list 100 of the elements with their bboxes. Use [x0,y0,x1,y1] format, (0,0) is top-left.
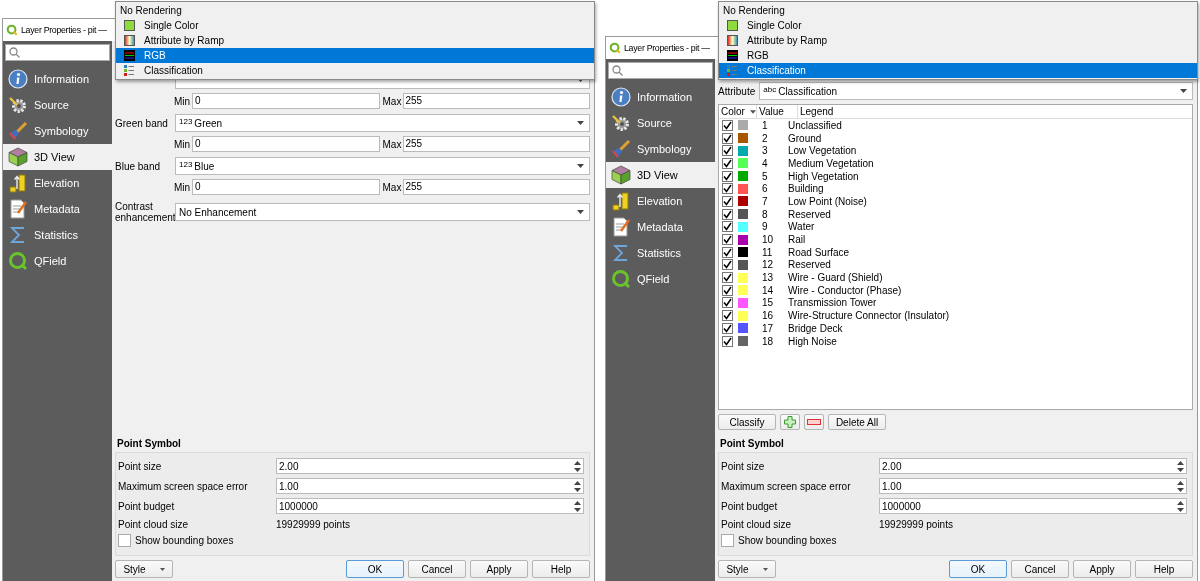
contrast-dropdown[interactable]: No Enhancement [175,203,590,221]
color-swatch[interactable] [738,196,748,207]
column-header[interactable]: Color [719,105,757,118]
checkbox[interactable] [722,195,733,207]
min-field[interactable]: 0 [192,179,380,195]
spin-field[interactable]: 1000000 [879,498,1187,514]
sidebar-item[interactable]: Metadata [3,196,112,222]
color-swatch[interactable] [738,323,748,334]
table-cell: Transmission Tower [788,297,877,309]
color-swatch[interactable] [738,158,748,169]
search-field[interactable] [5,44,110,61]
apply-button[interactable]: Apply [470,560,528,578]
checkbox[interactable] [722,208,733,220]
checkbox[interactable] [722,119,733,131]
menu-item[interactable]: Classification [116,63,594,78]
checkbox[interactable] [722,310,733,322]
sidebar-item[interactable]: Source [606,110,715,136]
max-field[interactable]: 255 [402,179,590,195]
color-swatch[interactable] [738,145,748,156]
spin-field[interactable]: 2.00 [879,458,1187,474]
checkbox[interactable] [722,297,733,309]
color-swatch[interactable] [738,183,748,194]
sidebar-item[interactable]: QField [3,248,112,274]
help-button[interactable]: Help [532,560,590,578]
color-swatch[interactable] [738,259,748,270]
sidebar-item[interactable]: Symbology [3,118,112,144]
checkbox[interactable] [722,234,733,246]
menu-item[interactable]: RGB [719,48,1197,63]
sidebar-item[interactable]: Statistics [606,240,715,266]
column-header[interactable]: Legend [798,105,1192,118]
color-swatch[interactable] [738,209,748,220]
menu-item[interactable]: No Rendering [719,3,1197,18]
apply-button[interactable]: Apply [1073,560,1131,578]
ok-button[interactable]: OK [346,560,404,578]
color-swatch[interactable] [738,336,748,347]
ring-icon [8,251,28,271]
checkbox[interactable] [722,183,733,195]
checkbox[interactable] [722,132,733,144]
spin-field[interactable]: 1.00 [276,478,584,494]
sidebar-item[interactable]: Symbology [606,136,715,162]
min-field[interactable]: 0 [192,136,380,152]
max-field[interactable]: 255 [402,93,590,109]
help-button[interactable]: Help [1135,560,1193,578]
min-field[interactable]: 0 [192,93,380,109]
checkbox[interactable] [722,170,733,182]
menu-item[interactable]: Attribute by Ramp [116,33,594,48]
checkbox[interactable] [722,335,733,347]
spin-field[interactable]: 1.00 [879,478,1187,494]
checkbox[interactable] [722,322,733,334]
sidebar-item[interactable]: Elevation [606,188,715,214]
style-button[interactable]: Style [718,560,776,578]
classify-button[interactable]: Classify [718,414,776,430]
sidebar-item[interactable]: QField [606,266,715,292]
menu-item[interactable]: Attribute by Ramp [719,33,1197,48]
color-swatch[interactable] [738,297,748,308]
sidebar-item[interactable]: Elevation [3,170,112,196]
checkbox[interactable] [722,145,733,157]
checkbox[interactable] [722,284,733,296]
menu-item[interactable]: No Rendering [116,3,594,18]
add-button[interactable] [780,414,800,430]
menu-item[interactable]: Classification [719,63,1197,78]
menu-item[interactable]: Single Color [116,18,594,33]
sidebar-item[interactable]: Information [606,84,715,110]
max-field[interactable]: 255 [402,136,590,152]
checkbox[interactable] [722,272,733,284]
checkbox[interactable] [721,534,734,547]
color-swatch[interactable] [738,221,748,232]
color-swatch[interactable] [738,120,748,131]
color-swatch[interactable] [738,310,748,321]
checkbox[interactable] [722,221,733,233]
remove-button[interactable] [804,414,824,430]
column-header[interactable]: Value [757,105,798,118]
ok-button[interactable]: OK [949,560,1007,578]
delete-all-button[interactable]: Delete All [828,414,886,430]
checkbox[interactable] [118,534,131,547]
gradient-icon [124,35,135,46]
sidebar-item[interactable]: 3D View [606,162,715,188]
checkbox[interactable] [722,157,733,169]
color-swatch[interactable] [738,247,748,258]
checkbox[interactable] [722,246,733,258]
sidebar-item[interactable]: Metadata [606,214,715,240]
color-swatch[interactable] [738,171,748,182]
color-swatch[interactable] [738,285,748,296]
cancel-button[interactable]: Cancel [1011,560,1069,578]
cancel-button[interactable]: Cancel [408,560,466,578]
spin-field[interactable]: 1000000 [276,498,584,514]
sidebar-item[interactable]: 3D View [3,144,112,170]
sidebar-item[interactable]: Source [3,92,112,118]
menu-item[interactable]: Single Color [719,18,1197,33]
sidebar-item[interactable]: Information [3,66,112,92]
gear-icon [611,113,631,133]
menu-item[interactable]: RGB [116,48,594,63]
spin-field[interactable]: 2.00 [276,458,584,474]
color-swatch[interactable] [738,272,748,283]
search-field[interactable] [608,62,713,79]
checkbox[interactable] [722,259,733,271]
color-swatch[interactable] [738,133,748,144]
sidebar-item[interactable]: Statistics [3,222,112,248]
color-swatch[interactable] [738,234,748,245]
style-button[interactable]: Style [115,560,173,578]
